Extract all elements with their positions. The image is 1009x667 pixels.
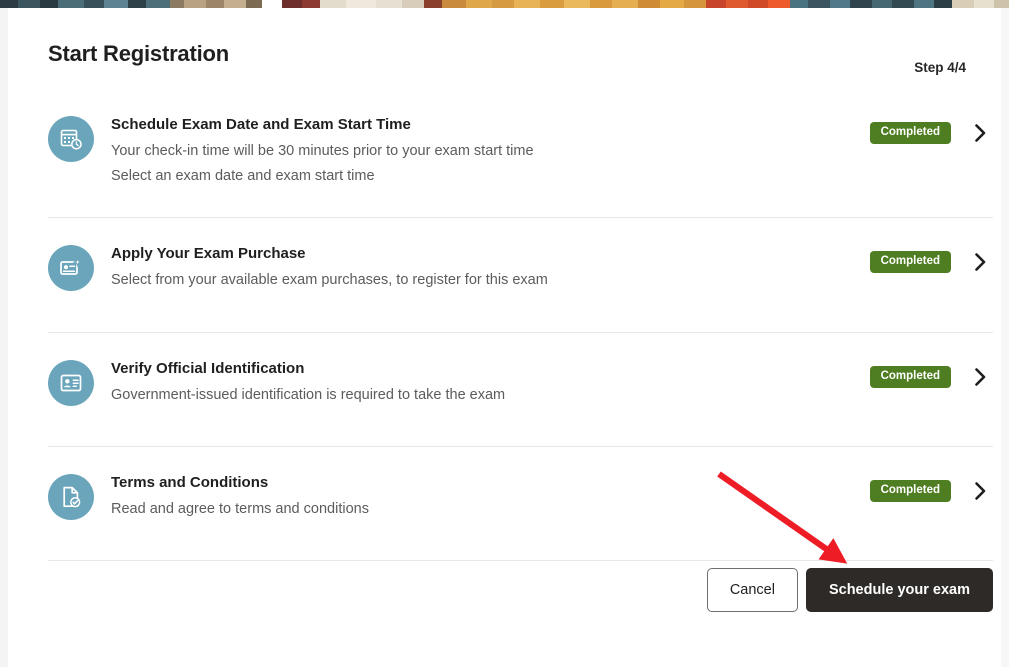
banner-segment bbox=[58, 0, 84, 8]
banner-segment bbox=[18, 0, 40, 8]
chevron-right-icon[interactable] bbox=[973, 122, 987, 144]
banner-segment bbox=[424, 0, 442, 8]
step-row[interactable]: Apply Your Exam Purchase Select from you… bbox=[48, 218, 993, 333]
banner-segment bbox=[660, 0, 684, 8]
banner-segment bbox=[184, 0, 206, 8]
banner-segment bbox=[808, 0, 830, 8]
chevron-right-icon[interactable] bbox=[973, 366, 987, 388]
banner-segment bbox=[830, 0, 850, 8]
step-title: Verify Official Identification bbox=[111, 360, 305, 377]
status-badge: Completed bbox=[869, 366, 951, 388]
step-status-group: Completed bbox=[869, 358, 993, 388]
step-text-block: Terms and Conditions Read and agree to t… bbox=[94, 472, 870, 522]
banner-segment bbox=[0, 0, 18, 8]
banner-segment bbox=[514, 0, 540, 8]
registration-steps-list: Schedule Exam Date and Exam Start Time Y… bbox=[48, 104, 993, 561]
chevron-right-icon[interactable] bbox=[973, 480, 987, 502]
banner-segment bbox=[402, 0, 424, 8]
banner-segment bbox=[346, 0, 376, 8]
step-status-group: Completed bbox=[869, 114, 993, 144]
decorative-banner-strip bbox=[0, 0, 1009, 8]
banner-segment bbox=[206, 0, 224, 8]
step-row[interactable]: Verify Official Identification Governmen… bbox=[48, 333, 993, 447]
page-title: Start Registration bbox=[48, 41, 229, 66]
banner-segment bbox=[892, 0, 914, 8]
id-card-icon bbox=[48, 360, 94, 406]
banner-segment bbox=[914, 0, 934, 8]
exam-purchase-card-icon bbox=[48, 245, 94, 291]
banner-segment bbox=[282, 0, 302, 8]
banner-segment bbox=[320, 0, 346, 8]
banner-segment bbox=[40, 0, 58, 8]
step-description: Read and agree to terms and conditions bbox=[111, 501, 369, 517]
step-row[interactable]: Terms and Conditions Read and agree to t… bbox=[48, 447, 993, 561]
banner-segment bbox=[790, 0, 808, 8]
banner-segment bbox=[952, 0, 974, 8]
banner-segment bbox=[994, 0, 1009, 8]
banner-segment bbox=[376, 0, 402, 8]
banner-segment bbox=[768, 0, 790, 8]
step-description-secondary: Select an exam date and exam start time bbox=[111, 168, 375, 184]
status-badge: Completed bbox=[869, 122, 951, 144]
document-check-icon bbox=[48, 474, 94, 520]
banner-segment bbox=[638, 0, 660, 8]
banner-segment bbox=[246, 0, 262, 8]
banner-segment bbox=[492, 0, 514, 8]
banner-segment bbox=[84, 0, 104, 8]
status-badge: Completed bbox=[869, 251, 951, 273]
banner-segment bbox=[612, 0, 638, 8]
status-badge: Completed bbox=[869, 480, 951, 502]
step-title: Terms and Conditions bbox=[111, 474, 269, 491]
banner-segment bbox=[466, 0, 492, 8]
banner-segment bbox=[128, 0, 146, 8]
banner-segment bbox=[590, 0, 612, 8]
banner-segment bbox=[104, 0, 128, 8]
step-title: Apply Your Exam Purchase bbox=[111, 245, 306, 262]
step-text-block: Apply Your Exam Purchase Select from you… bbox=[94, 243, 870, 293]
step-description: Government-issued identification is requ… bbox=[111, 387, 506, 403]
schedule-your-exam-button[interactable]: Schedule your exam bbox=[805, 568, 993, 612]
banner-segment bbox=[224, 0, 246, 8]
step-status-group: Completed bbox=[869, 472, 993, 502]
step-description: Select from your available exam purchase… bbox=[111, 272, 548, 288]
banner-segment bbox=[564, 0, 590, 8]
banner-segment bbox=[748, 0, 768, 8]
banner-segment bbox=[934, 0, 952, 8]
step-title: Schedule Exam Date and Exam Start Time bbox=[111, 116, 411, 133]
step-row[interactable]: Schedule Exam Date and Exam Start Time Y… bbox=[48, 104, 993, 218]
cancel-button[interactable]: Cancel bbox=[706, 568, 798, 612]
banner-segment bbox=[872, 0, 892, 8]
banner-segment bbox=[706, 0, 726, 8]
banner-segment bbox=[146, 0, 170, 8]
step-text-block: Verify Official Identification Governmen… bbox=[94, 358, 870, 408]
banner-segment bbox=[974, 0, 994, 8]
step-status-group: Completed bbox=[869, 243, 993, 273]
step-indicator: Step 4/4 bbox=[914, 60, 966, 75]
banner-segment bbox=[850, 0, 872, 8]
banner-segment bbox=[726, 0, 748, 8]
card-right-gutter bbox=[1001, 8, 1009, 667]
footer-actions: Cancel Schedule your exam bbox=[48, 568, 993, 612]
banner-segment bbox=[170, 0, 184, 8]
step-text-block: Schedule Exam Date and Exam Start Time Y… bbox=[94, 114, 870, 189]
banner-segment bbox=[302, 0, 320, 8]
banner-segment bbox=[442, 0, 466, 8]
banner-segment bbox=[540, 0, 564, 8]
banner-segment bbox=[684, 0, 706, 8]
step-description: Your check-in time will be 30 minutes pr… bbox=[111, 143, 534, 159]
chevron-right-icon[interactable] bbox=[973, 251, 987, 273]
banner-segment bbox=[262, 0, 282, 8]
calendar-clock-icon bbox=[48, 116, 94, 162]
registration-card: Start Registration Step 4/4 Schedule Exa… bbox=[8, 8, 1001, 667]
